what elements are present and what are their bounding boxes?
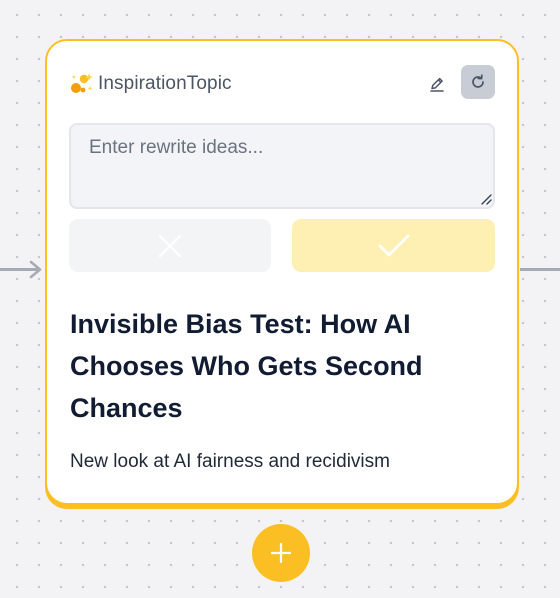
arrow-right-icon — [29, 260, 42, 279]
sparkle-icon — [71, 73, 93, 93]
refresh-button[interactable] — [461, 65, 495, 99]
cancel-button[interactable] — [69, 219, 271, 272]
topic-subtitle: New look at AI fairness and recidivism — [70, 451, 390, 472]
resize-handle-icon[interactable] — [480, 193, 492, 205]
topic-title: Invisible Bias Test: How AI Chooses Who … — [70, 309, 423, 423]
refresh-icon — [472, 74, 484, 88]
plus-icon — [271, 543, 291, 563]
rewrite-ideas-input[interactable] — [69, 123, 495, 209]
node-title: InspirationTopic — [98, 73, 232, 94]
pencil-icon[interactable] — [427, 74, 447, 94]
confirm-button[interactable] — [292, 219, 495, 272]
close-icon — [158, 234, 182, 257]
outgoing-connector-line — [520, 268, 560, 271]
node-header: InspirationTopic — [70, 65, 495, 99]
check-icon — [378, 234, 409, 256]
add-node-button[interactable] — [252, 524, 310, 582]
inspiration-topic-node[interactable]: InspirationTopic Invisible Bias Test: Ho… — [45, 39, 519, 505]
